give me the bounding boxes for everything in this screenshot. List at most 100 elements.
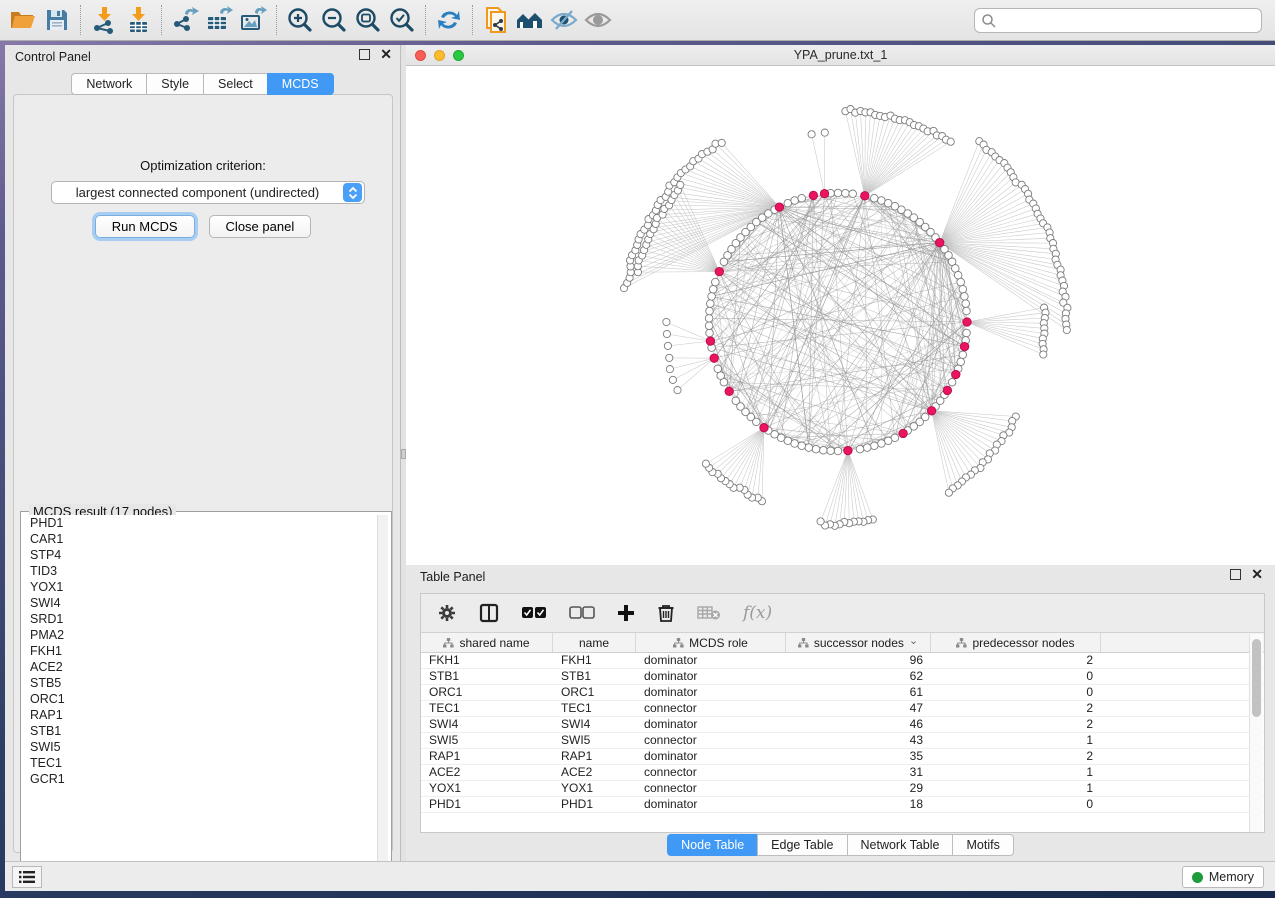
hide-graphics-details-icon[interactable]	[547, 3, 581, 37]
network-node[interactable]	[1040, 351, 1047, 358]
run-mcds-button[interactable]: Run MCDS	[95, 215, 195, 238]
mcds-result-item[interactable]: SWI5	[24, 739, 377, 755]
import-table-icon[interactable]	[121, 3, 155, 37]
network-node[interactable]	[959, 285, 967, 293]
network-node[interactable]	[663, 318, 670, 325]
network-node[interactable]	[718, 139, 725, 146]
deselect-all-icon[interactable]	[569, 606, 595, 620]
network-node[interactable]	[963, 307, 971, 315]
mcds-result-item[interactable]: CAR1	[24, 531, 377, 547]
column-header-MCDS-role[interactable]: MCDS role	[636, 633, 786, 652]
optimization-criterion-select[interactable]: largest connected component (undirected)	[51, 181, 365, 204]
mcds-hub-node[interactable]	[725, 387, 733, 395]
table-row[interactable]: YOX1YOX1connector291	[421, 781, 1264, 797]
network-node[interactable]	[849, 190, 857, 198]
mcds-hub-node[interactable]	[715, 267, 723, 275]
network-node[interactable]	[791, 197, 799, 205]
show-graphics-details-icon[interactable]	[581, 3, 615, 37]
network-node[interactable]	[863, 444, 871, 452]
network-node[interactable]	[871, 442, 879, 450]
mcds-hub-node[interactable]	[710, 354, 718, 362]
mcds-hub-node[interactable]	[844, 446, 852, 454]
network-node[interactable]	[669, 376, 676, 383]
mcds-hub-node[interactable]	[760, 424, 768, 432]
network-node[interactable]	[817, 518, 824, 525]
network-node[interactable]	[674, 387, 681, 394]
network-node[interactable]	[664, 342, 671, 349]
network-node[interactable]	[666, 366, 673, 373]
mcds-result-item[interactable]: STP4	[24, 547, 377, 563]
network-node[interactable]	[871, 194, 879, 202]
mcds-result-item[interactable]: TID3	[24, 563, 377, 579]
mcds-result-item[interactable]: TEC1	[24, 755, 377, 771]
zoom-selected-icon[interactable]	[385, 3, 419, 37]
network-node[interactable]	[705, 315, 713, 323]
network-node[interactable]	[798, 194, 806, 202]
window-close-icon[interactable]	[415, 50, 426, 61]
network-node[interactable]	[945, 489, 952, 496]
zoom-out-icon[interactable]	[317, 3, 351, 37]
network-node[interactable]	[834, 447, 842, 455]
network-node[interactable]	[1063, 326, 1070, 333]
close-panel-icon[interactable]: ✕	[380, 49, 392, 60]
search-field[interactable]	[974, 8, 1262, 33]
mcds-hub-node[interactable]	[943, 386, 951, 394]
mcds-result-item[interactable]: STB1	[24, 723, 377, 739]
mcds-hub-node[interactable]	[775, 203, 783, 211]
table-row[interactable]: RAP1RAP1dominator352	[421, 749, 1264, 765]
network-node[interactable]	[702, 460, 709, 467]
network-node[interactable]	[820, 446, 828, 454]
table-row[interactable]: SWI4SWI4dominator462	[421, 717, 1264, 733]
mcds-hub-node[interactable]	[927, 407, 935, 415]
table-options-gear-icon[interactable]	[437, 603, 457, 623]
network-node[interactable]	[834, 189, 842, 197]
table-row[interactable]: ACE2ACE2connector311	[421, 765, 1264, 781]
mcds-hub-node[interactable]	[960, 342, 968, 350]
network-node[interactable]	[732, 397, 740, 405]
import-network-icon[interactable]	[87, 3, 121, 37]
mcds-result-item[interactable]: SWI4	[24, 595, 377, 611]
table-row[interactable]: ORC1ORC1dominator610	[421, 685, 1264, 701]
save-session-icon[interactable]	[40, 3, 74, 37]
add-row-icon[interactable]	[617, 604, 635, 622]
network-window-titlebar[interactable]: YPA_prune.txt_1	[406, 45, 1275, 66]
network-node[interactable]	[821, 129, 828, 136]
mcds-hub-node[interactable]	[809, 191, 817, 199]
show-all-networks-icon[interactable]	[513, 3, 547, 37]
mcds-hub-node[interactable]	[936, 238, 944, 246]
mcds-hub-node[interactable]	[963, 318, 971, 326]
export-network-icon[interactable]	[168, 3, 202, 37]
mcds-result-item[interactable]: YOX1	[24, 579, 377, 595]
mcds-result-item[interactable]: PMA2	[24, 627, 377, 643]
window-minimize-icon[interactable]	[434, 50, 445, 61]
network-node[interactable]	[961, 293, 969, 301]
network-node[interactable]	[959, 351, 967, 359]
network-graph-canvas[interactable]	[406, 66, 1275, 565]
column-header-successor-nodes[interactable]: successor nodes⌄	[786, 633, 931, 652]
close-panel-button[interactable]: Close panel	[209, 215, 312, 238]
tab-motifs[interactable]: Motifs	[952, 834, 1013, 856]
export-table-icon[interactable]	[202, 3, 236, 37]
mcds-result-item[interactable]: ACE2	[24, 659, 377, 675]
float-panel-icon[interactable]	[359, 49, 370, 60]
task-history-button[interactable]	[12, 866, 42, 888]
network-node[interactable]	[805, 444, 813, 452]
mcds-result-item[interactable]: FKH1	[24, 643, 377, 659]
table-row[interactable]: STB1STB1dominator620	[421, 669, 1264, 685]
network-node[interactable]	[947, 138, 954, 145]
open-file-icon[interactable]	[6, 3, 40, 37]
close-table-panel-icon[interactable]: ✕	[1251, 569, 1263, 580]
float-table-panel-icon[interactable]	[1230, 569, 1241, 580]
network-node[interactable]	[706, 307, 714, 315]
zoom-in-icon[interactable]	[283, 3, 317, 37]
network-node[interactable]	[827, 447, 835, 455]
network-node[interactable]	[666, 354, 673, 361]
column-header-name[interactable]: name	[553, 633, 636, 652]
mcds-hub-node[interactable]	[820, 190, 828, 198]
network-node[interactable]	[708, 293, 716, 301]
network-node[interactable]	[712, 278, 720, 286]
network-node[interactable]	[878, 440, 886, 448]
mcds-result-list[interactable]: PHD1CAR1STP4TID3YOX1SWI4SRD1PMA2FKH1ACE2…	[24, 515, 377, 880]
delete-row-icon[interactable]	[657, 603, 675, 623]
network-node[interactable]	[707, 300, 715, 308]
